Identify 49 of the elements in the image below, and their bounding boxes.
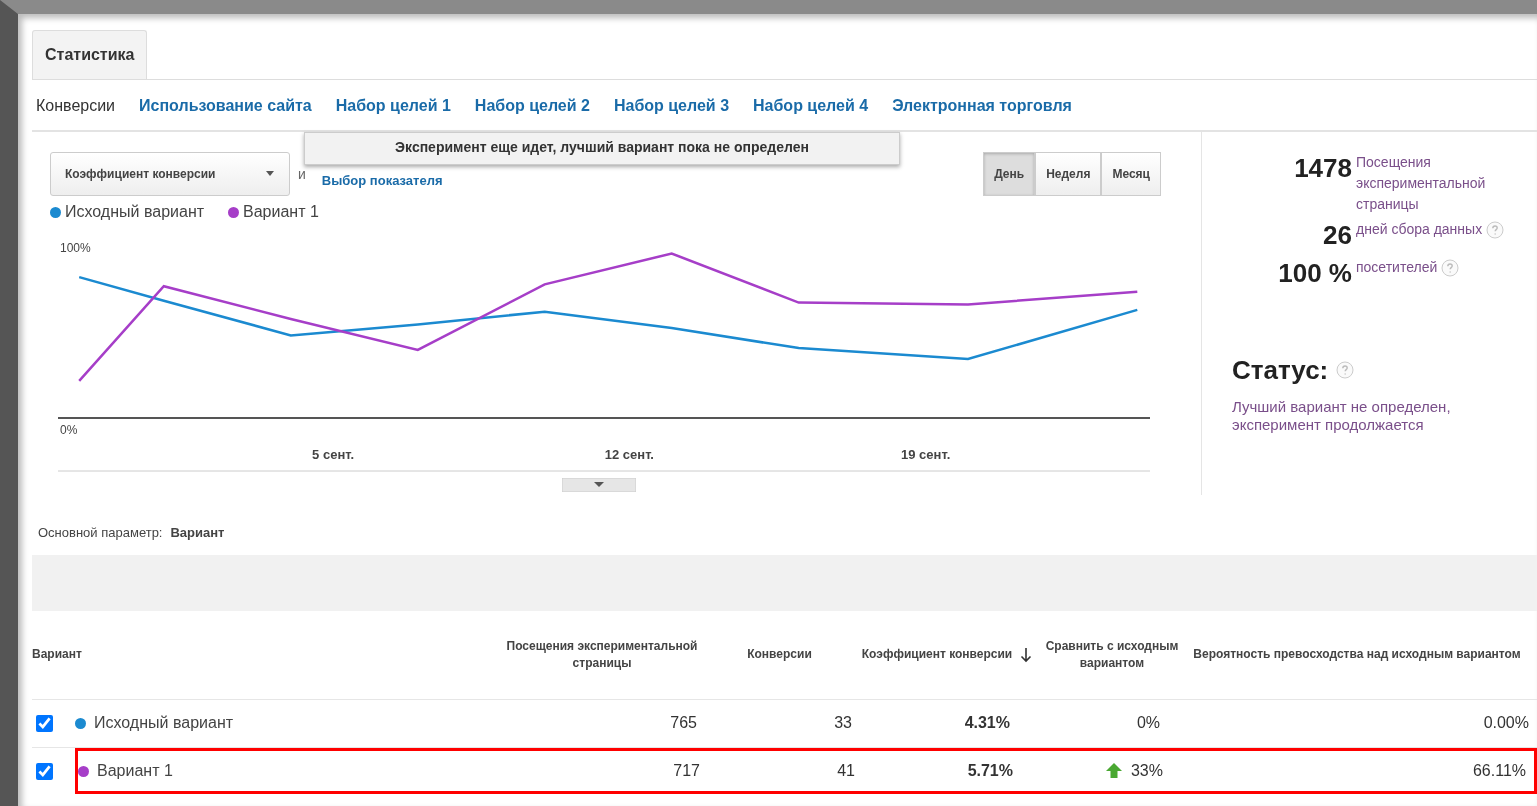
table-cell-text: 66.11% (1471, 761, 1527, 781)
nav-link[interactable]: Электронная торговля (892, 94, 1072, 118)
table-cell-text: 33% (1130, 761, 1163, 781)
variant-name: Исходный вариант (94, 713, 234, 733)
period-button[interactable]: День (983, 152, 1036, 196)
metric-link[interactable]: Выбор показателя (321, 171, 443, 191)
stat-value: 26 (1322, 219, 1352, 252)
column-header[interactable]: Сравнить с исходным вариантом (1037, 638, 1187, 671)
column-header[interactable]: Вероятность превосходства над исходным вариантом (1193, 646, 1521, 663)
nav-link[interactable]: Конверсии (36, 94, 116, 118)
axis-label: 0% (60, 423, 78, 437)
axis-label: 12 сент. (604, 447, 654, 462)
conjunction-text: и (298, 164, 306, 184)
column-header[interactable]: Посещения экспериментальной страницы (502, 638, 702, 671)
axis-label: 5 сент. (312, 447, 355, 462)
stat-label: дней сбора данных (1356, 221, 1483, 237)
variant-name: Вариант 1 (97, 761, 173, 781)
table-cell-text: 0.00% (1482, 713, 1530, 733)
table-cell-text: 5.71% (966, 761, 1014, 781)
table-cell-text: 4.31% (963, 713, 1011, 733)
metric-dropdown[interactable]: Коэффициент конверсии (50, 152, 290, 196)
nav-link[interactable]: Использование сайта (139, 94, 312, 118)
table-cell-text: 33 (833, 713, 853, 733)
nav-link[interactable]: Набор целей 3 (613, 94, 730, 118)
column-header[interactable]: Конверсии (747, 646, 812, 663)
nav-link[interactable]: Набор целей 4 (753, 94, 869, 118)
period-button[interactable]: Месяц (1101, 152, 1161, 196)
nav-link[interactable]: Набор целей 1 (335, 94, 451, 118)
nav-link[interactable]: Набор целей 2 (474, 94, 590, 118)
period-button[interactable]: Неделя (1035, 152, 1102, 196)
dimension-value: Вариант (170, 524, 225, 542)
table-cell-text: 765 (669, 713, 698, 733)
dimension-label: Основной параметр: (38, 524, 163, 542)
stat-label: посетителей (1356, 258, 1438, 275)
column-header[interactable]: Коэффициент конверсии (861, 646, 1013, 663)
notice-tooltip: Эксперимент еще идет, лучший вариант пока не определен (304, 132, 900, 165)
legend-label: Вариант 1 (243, 202, 319, 222)
stat-value: 1478 (1293, 152, 1352, 185)
table-cell-text: 0% (1136, 713, 1160, 733)
axis-label: 100% (60, 241, 91, 255)
table-cell-text: 41 (836, 761, 856, 781)
column-header[interactable]: Вариант (32, 646, 82, 663)
legend-label: Исходный вариант (65, 202, 205, 222)
status-title: Статус: (1232, 353, 1329, 387)
table-cell-text: 717 (672, 761, 701, 781)
stat-value: 100 % (1277, 256, 1352, 290)
tab[interactable]: Статистика (32, 30, 148, 79)
axis-label: 19 сент. (901, 447, 951, 462)
status-text: Лучший вариант не определен, эксперимент продолжается (1232, 397, 1452, 436)
